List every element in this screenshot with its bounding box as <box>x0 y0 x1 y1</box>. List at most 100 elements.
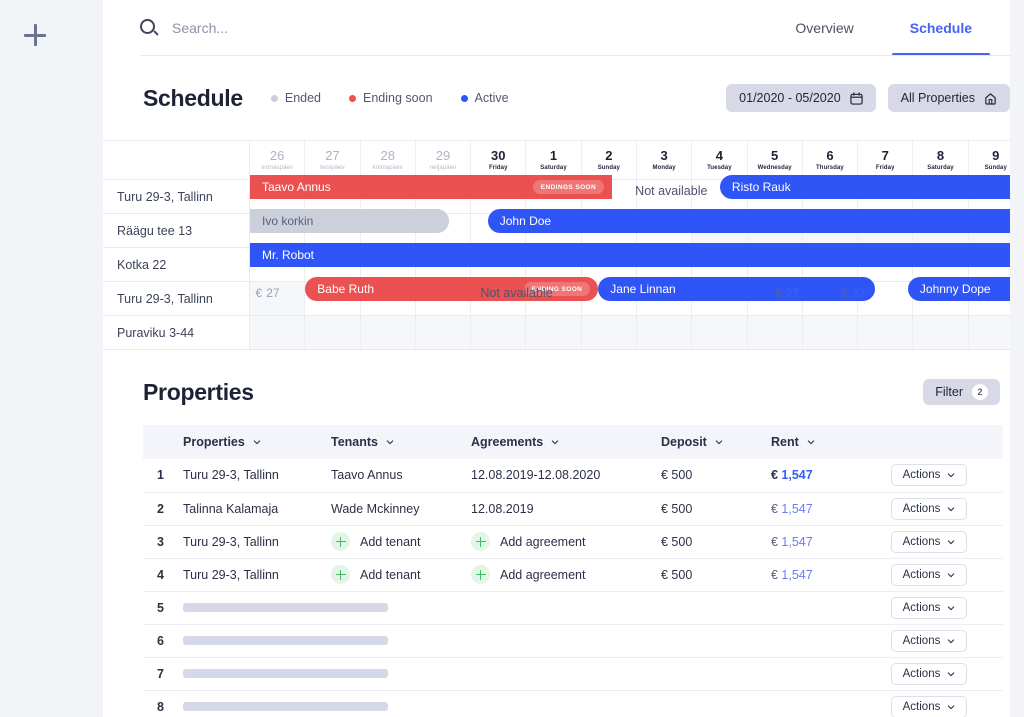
cell-agreement[interactable]: 12.08.2019-12.08.2020 <box>471 459 661 492</box>
actions-label: Actions <box>903 701 941 713</box>
table-row[interactable]: 7Actions <box>143 657 1003 690</box>
table-row[interactable]: 1Turu 29-3, TallinnTaavo Annus12.08.2019… <box>143 459 1003 492</box>
add-agreement-button[interactable]: Add agreement <box>471 565 661 584</box>
calendar-day-4[interactable]: 4Tuesday <box>692 141 747 179</box>
calendar-day-5[interactable]: 5Wednesday <box>748 141 803 179</box>
legend-dot-ended <box>271 95 278 102</box>
tab-overview[interactable]: Overview <box>767 0 881 56</box>
calendar-cell[interactable] <box>526 316 581 349</box>
date-range-button[interactable]: 01/2020 - 05/2020 <box>726 84 875 112</box>
actions-button[interactable]: Actions <box>891 464 967 486</box>
calendar-cell[interactable] <box>582 316 637 349</box>
row-skeleton <box>183 591 891 624</box>
calendar-row-property[interactable]: Puraviku 3-44 <box>103 316 250 349</box>
add-agreement-button[interactable]: Add agreement <box>471 532 661 551</box>
schedule-bar[interactable]: John Doe <box>488 209 1024 233</box>
actions-button[interactable]: Actions <box>891 531 967 553</box>
calendar-cell[interactable] <box>416 316 471 349</box>
cell-property[interactable]: Turu 29-3, Tallinn <box>183 459 331 492</box>
cell-agreement[interactable]: Add agreement <box>471 558 661 591</box>
col-rent[interactable]: Rent <box>771 425 891 459</box>
col-properties[interactable]: Properties <box>183 425 331 459</box>
schedule-bar[interactable]: Ivo korkin <box>250 209 449 233</box>
col-deposit[interactable]: Deposit <box>661 425 771 459</box>
table-row[interactable]: 6Actions <box>143 624 1003 657</box>
actions-button[interactable]: Actions <box>891 498 967 520</box>
cell-agreement[interactable]: Add agreement <box>471 525 661 558</box>
calendar-day-26[interactable]: 26esmaspäev <box>250 141 305 179</box>
tab-schedule[interactable]: Schedule <box>882 0 1000 56</box>
calendar-cell[interactable] <box>471 316 526 349</box>
calendar-cell[interactable] <box>361 316 416 349</box>
calendar-cell[interactable] <box>250 316 305 349</box>
cell-property[interactable]: Turu 29-3, Tallinn <box>183 558 331 591</box>
plus-icon[interactable] <box>24 24 46 46</box>
calendar-cell[interactable] <box>250 282 305 315</box>
rent-currency: € <box>771 468 778 482</box>
add-tenant-button[interactable]: Add tenant <box>331 565 471 584</box>
filter-button[interactable]: Filter 2 <box>923 379 1000 405</box>
search-icon <box>140 19 159 38</box>
calendar-day-3[interactable]: 3Monday <box>637 141 692 179</box>
cell-tenant[interactable]: Taavo Annus <box>331 459 471 492</box>
calendar-day-30[interactable]: 30Friday <box>471 141 526 179</box>
properties-header: Properties Filter 2 <box>143 359 1024 425</box>
calendar-cell[interactable] <box>748 316 803 349</box>
col-agreements[interactable]: Agreements <box>471 425 661 459</box>
add-tenant-button[interactable]: Add tenant <box>331 532 471 551</box>
chevron-down-icon <box>947 703 955 711</box>
calendar-cell[interactable] <box>803 316 858 349</box>
row-index: 4 <box>143 558 183 591</box>
schedule-bar[interactable]: Taavo AnnusENDINGS SOON <box>250 175 612 199</box>
actions-button[interactable]: Actions <box>891 696 967 717</box>
actions-button[interactable]: Actions <box>891 663 967 685</box>
calendar-row-property[interactable]: Räägu tee 13 <box>103 214 250 247</box>
chevron-down-icon <box>386 438 394 446</box>
chevron-down-icon <box>947 637 955 645</box>
table-row[interactable]: 3Turu 29-3, TallinnAdd tenantAdd agreeme… <box>143 525 1003 558</box>
cell-agreement[interactable]: 12.08.2019 <box>471 492 661 525</box>
calendar-day-29[interactable]: 29neljapäev <box>416 141 471 179</box>
schedule-bar[interactable]: Risto Rauk <box>720 175 1024 199</box>
cell-property[interactable]: Turu 29-3, Tallinn <box>183 525 331 558</box>
calendar-row-property[interactable]: Turu 29-3, Tallinn <box>103 282 250 315</box>
calendar-day-28[interactable]: 28kolmapäev <box>361 141 416 179</box>
calendar-day-27[interactable]: 27teisipäev <box>305 141 360 179</box>
schedule-bar[interactable]: Babe RuthENDING SOON <box>305 277 598 301</box>
right-scroll-gutter[interactable] <box>1010 0 1024 717</box>
calendar-cell[interactable] <box>637 316 692 349</box>
schedule-bar[interactable]: Jane Linnan <box>598 277 874 301</box>
schedule-bar[interactable]: Mr. Robot <box>250 243 1024 267</box>
cell-deposit: € 500 <box>661 492 771 525</box>
table-row[interactable]: 5Actions <box>143 591 1003 624</box>
calendar-day-1[interactable]: 1Saturday <box>526 141 581 179</box>
calendar-day-8[interactable]: 8Saturday <box>913 141 968 179</box>
cell-tenant[interactable]: Add tenant <box>331 525 471 558</box>
calendar-cell[interactable] <box>692 316 747 349</box>
cell-tenant[interactable]: Add tenant <box>331 558 471 591</box>
actions-button[interactable]: Actions <box>891 564 967 586</box>
calendar-cell[interactable] <box>913 316 968 349</box>
row-index: 8 <box>143 690 183 717</box>
calendar-day-7[interactable]: 7Friday <box>858 141 913 179</box>
calendar-day-6[interactable]: 6Thursday <box>803 141 858 179</box>
table-row[interactable]: 4Turu 29-3, TallinnAdd tenantAdd agreeme… <box>143 558 1003 591</box>
schedule-bar-label: Taavo Annus <box>262 180 331 194</box>
actions-button[interactable]: Actions <box>891 630 967 652</box>
calendar-cell[interactable] <box>858 316 913 349</box>
cell-tenant[interactable]: Wade Mckinney <box>331 492 471 525</box>
all-properties-button[interactable]: All Properties <box>888 84 1010 112</box>
calendar-row-property[interactable]: Kotka 22 <box>103 248 250 281</box>
col-tenants[interactable]: Tenants <box>331 425 471 459</box>
properties-panel: Properties Filter 2 Properties T <box>103 359 1024 717</box>
calendar-row-property[interactable]: Turu 29-3, Tallinn <box>103 180 250 213</box>
day-number: 9 <box>992 149 999 162</box>
calendar-day-2[interactable]: 2Sunday <box>582 141 637 179</box>
table-row[interactable]: 8 Actions <box>143 690 1003 717</box>
actions-button[interactable]: Actions <box>891 597 967 619</box>
schedule-bar[interactable]: Johnny Dope <box>908 277 1024 301</box>
table-row[interactable]: 2Talinna KalamajaWade Mckinney12.08.2019… <box>143 492 1003 525</box>
cell-property[interactable]: Talinna Kalamaja <box>183 492 331 525</box>
calendar-cell[interactable] <box>305 316 360 349</box>
search-input[interactable] <box>172 20 432 36</box>
